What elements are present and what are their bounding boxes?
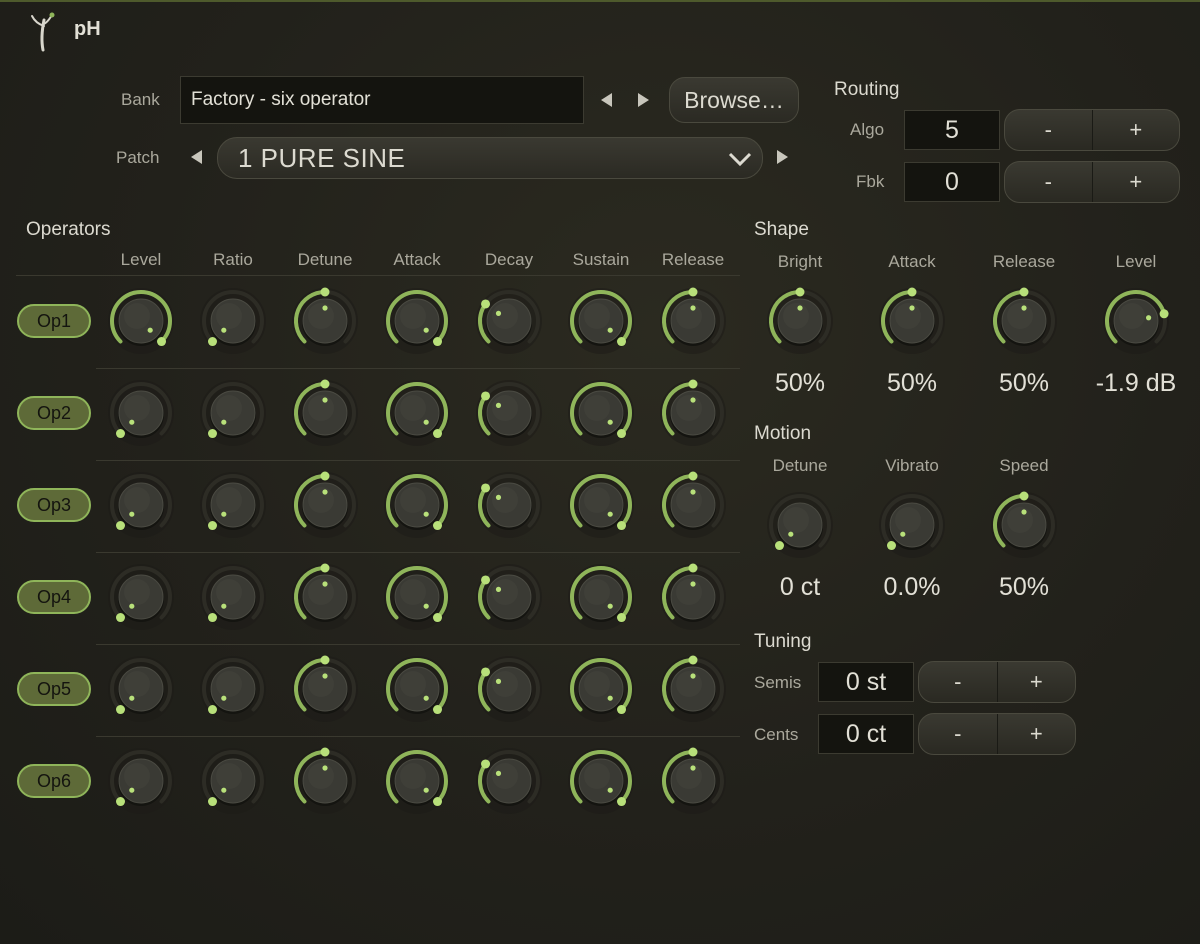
op2-level-knob[interactable] — [108, 380, 174, 446]
op6-detune-knob[interactable] — [292, 747, 358, 815]
op5-ratio-knob[interactable] — [200, 656, 266, 722]
op2-ratio-knob[interactable] — [200, 380, 266, 446]
column-header-ratio: Ratio — [213, 250, 253, 269]
op3-release-knob[interactable] — [660, 471, 726, 539]
op5-detune-knob[interactable] — [292, 655, 358, 723]
op2-release-knob[interactable] — [660, 379, 726, 447]
row-divider — [96, 644, 740, 645]
op3-detune-knob[interactable] — [292, 471, 358, 539]
op3-ratio-knob[interactable] — [200, 472, 266, 538]
motion-detune-value: 0 ct — [779, 573, 821, 601]
motion-speed-value: 50% — [998, 573, 1050, 601]
operator-toggle-op5[interactable]: Op5 — [17, 672, 91, 706]
op1-level-knob[interactable] — [108, 288, 174, 354]
op3-sustain-knob[interactable] — [568, 472, 634, 538]
operators-divider — [16, 275, 740, 276]
op6-level-knob[interactable] — [108, 748, 174, 814]
op5-decay-knob[interactable] — [476, 656, 542, 722]
motion-detune-label: Detune — [772, 456, 828, 475]
op5-level-knob[interactable] — [108, 656, 174, 722]
motion-speed-knob[interactable] — [991, 491, 1057, 559]
op5-release-knob[interactable] — [660, 655, 726, 723]
op1-ratio-knob[interactable] — [200, 288, 266, 354]
op6-release-knob[interactable] — [660, 747, 726, 815]
op4-detune-knob[interactable] — [292, 563, 358, 631]
op1-sustain-knob[interactable] — [568, 288, 634, 354]
op4-release-knob[interactable] — [660, 563, 726, 631]
shape-bright-knob[interactable] — [767, 287, 833, 355]
operator-toggle-op6[interactable]: Op6 — [17, 764, 91, 798]
shape-level-value: -1.9 dB — [1095, 369, 1177, 397]
column-header-detune: Detune — [297, 250, 353, 269]
shape-attack-knob[interactable] — [879, 287, 945, 355]
op6-ratio-knob[interactable] — [200, 748, 266, 814]
column-header-release: Release — [661, 250, 725, 269]
shape-release-value: 50% — [998, 369, 1050, 397]
op2-decay-knob[interactable] — [476, 380, 542, 446]
op4-level-knob[interactable] — [108, 564, 174, 630]
op3-attack-knob[interactable] — [384, 472, 450, 538]
op2-detune-knob[interactable] — [292, 379, 358, 447]
column-header-decay: Decay — [484, 250, 534, 269]
op4-attack-knob[interactable] — [384, 564, 450, 630]
op6-sustain-knob[interactable] — [568, 748, 634, 814]
shape-release-label: Release — [992, 252, 1056, 271]
op6-decay-knob[interactable] — [476, 748, 542, 814]
column-header-attack: Attack — [393, 250, 441, 269]
row-divider — [96, 368, 740, 369]
operator-toggle-op1[interactable]: Op1 — [17, 304, 91, 338]
motion-vibrato-label: Vibrato — [885, 456, 939, 475]
op4-ratio-knob[interactable] — [200, 564, 266, 630]
operator-toggle-op2[interactable]: Op2 — [17, 396, 91, 430]
op2-attack-knob[interactable] — [384, 380, 450, 446]
shape-attack-label: Attack — [888, 252, 936, 271]
operator-toggle-op3[interactable]: Op3 — [17, 488, 91, 522]
shape-release-knob[interactable] — [991, 287, 1057, 355]
shape-attack-value: 50% — [886, 369, 938, 397]
column-header-sustain: Sustain — [572, 250, 630, 269]
op4-decay-knob[interactable] — [476, 564, 542, 630]
shape-level-knob[interactable] — [1103, 288, 1169, 354]
op5-sustain-knob[interactable] — [568, 656, 634, 722]
op1-detune-knob[interactable] — [292, 287, 358, 355]
op2-sustain-knob[interactable] — [568, 380, 634, 446]
op1-release-knob[interactable] — [660, 287, 726, 355]
op5-attack-knob[interactable] — [384, 656, 450, 722]
column-header-level: Level — [120, 250, 162, 269]
row-divider — [96, 736, 740, 737]
op1-attack-knob[interactable] — [384, 288, 450, 354]
shape-bright-value: 50% — [774, 369, 826, 397]
motion-vibrato-value: 0.0% — [883, 573, 941, 601]
operator-toggle-op4[interactable]: Op4 — [17, 580, 91, 614]
shape-level-label: Level — [1115, 252, 1157, 271]
motion-vibrato-knob[interactable] — [879, 492, 945, 558]
op3-decay-knob[interactable] — [476, 472, 542, 538]
row-divider — [96, 552, 740, 553]
motion-detune-knob[interactable] — [767, 492, 833, 558]
row-divider — [96, 460, 740, 461]
op1-decay-knob[interactable] — [476, 288, 542, 354]
op4-sustain-knob[interactable] — [568, 564, 634, 630]
op6-attack-knob[interactable] — [384, 748, 450, 814]
motion-speed-label: Speed — [999, 456, 1049, 475]
shape-bright-label: Bright — [777, 252, 823, 271]
op3-level-knob[interactable] — [108, 472, 174, 538]
